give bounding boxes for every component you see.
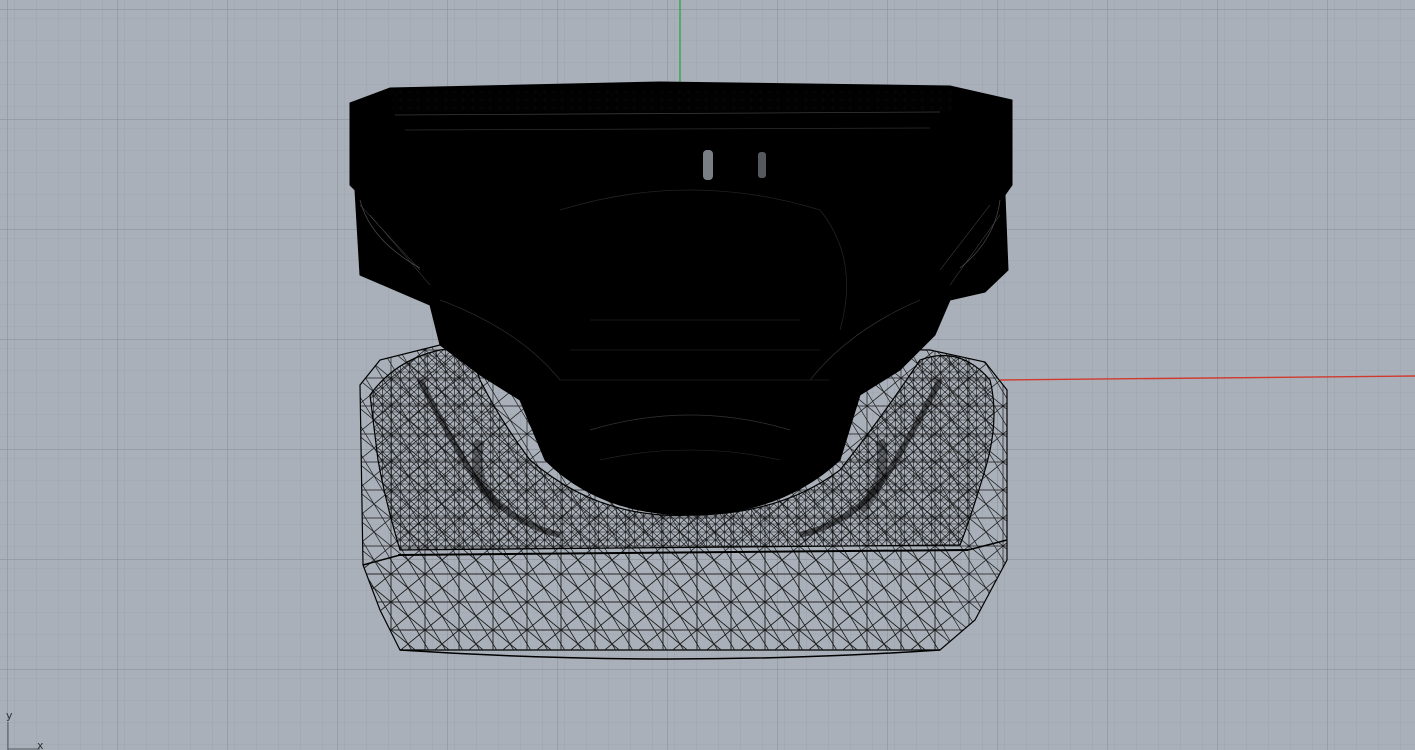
viewport-canvas[interactable] — [0, 0, 1415, 750]
dental-model-mesh[interactable] — [349, 81, 1013, 660]
rhino-viewport[interactable]: y x — [0, 0, 1415, 750]
triad-y-label: y — [6, 709, 13, 722]
triad-x-label: x — [37, 739, 44, 750]
upper-rim-band — [392, 90, 952, 112]
